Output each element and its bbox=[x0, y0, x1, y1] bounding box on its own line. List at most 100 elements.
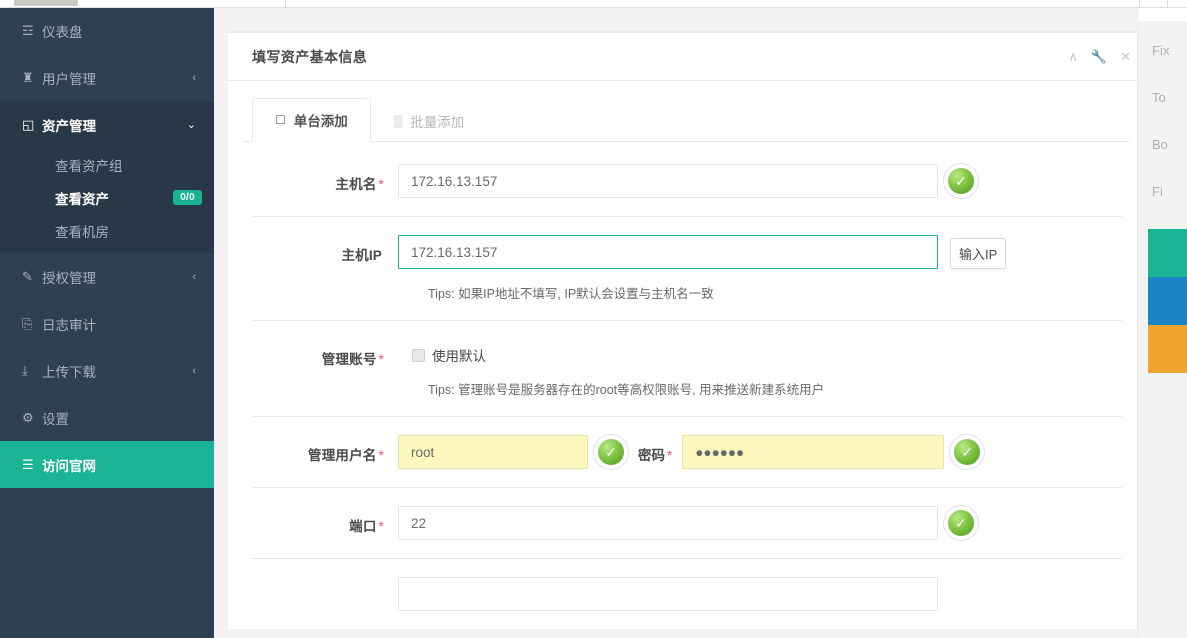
sidebar-item-label: 仪表盘 bbox=[42, 21, 196, 41]
tab-label: 批量添加 bbox=[410, 111, 464, 131]
sidebar-item-view-assets[interactable]: 查看资产 0/0 bbox=[0, 181, 214, 214]
admin-account-tips: Tips: 管理账号是服务器存在的root等高权限账号, 用来推送新建系统用户 bbox=[398, 365, 1122, 398]
host-ip-label-text: 主机IP bbox=[341, 248, 382, 263]
chrome-divider-2 bbox=[1139, 0, 1140, 8]
wrench-icon[interactable]: 🔧 bbox=[1091, 50, 1107, 63]
theme-options-list: Fix To Bo Fi bbox=[1138, 7, 1187, 215]
port-valid-icon: ✓ bbox=[948, 510, 974, 536]
assets-icon: ◱ bbox=[22, 117, 42, 133]
admin-credentials-control: ✓ 密码* ✓ bbox=[398, 435, 1122, 469]
next-field-control bbox=[398, 577, 1122, 611]
sidebar-submenu-asset-management: 查看资产组 查看资产 0/0 查看机房 bbox=[0, 148, 214, 253]
sidebar-item-asset-management[interactable]: ◱ 资产管理 ⌄ bbox=[0, 101, 214, 148]
sidebar-item-authorization[interactable]: ✎ 授权管理 ‹ bbox=[0, 253, 214, 300]
port-input[interactable] bbox=[398, 506, 938, 540]
form-group-next-cutoff bbox=[252, 559, 1122, 629]
required-marker: * bbox=[379, 177, 384, 192]
theme-settings-panel: Fix To Bo Fi bbox=[1137, 7, 1187, 638]
use-default-checkbox[interactable] bbox=[412, 349, 425, 362]
admin-account-control: 使用默认 Tips: 管理账号是服务器存在的root等高权限账号, 用来推送新建… bbox=[398, 339, 1122, 398]
collapse-icon[interactable]: ∧ bbox=[1068, 50, 1078, 63]
sidebar-item-upload-download[interactable]: ⤓ 上传下载 ‹ bbox=[0, 347, 214, 394]
required-marker: * bbox=[667, 448, 672, 463]
theme-option-row[interactable]: Bo bbox=[1138, 121, 1187, 168]
color-swatch-orange[interactable] bbox=[1148, 325, 1187, 373]
browser-tab-ghost[interactable] bbox=[14, 0, 78, 6]
chrome-divider-1 bbox=[285, 0, 286, 8]
tab-single-add[interactable]: ☐ 单台添加 bbox=[252, 98, 371, 142]
browser-chrome-sliver bbox=[0, 0, 1187, 8]
hostname-valid-icon: ✓ bbox=[948, 168, 974, 194]
tab-label: 单台添加 bbox=[294, 110, 348, 130]
admin-account-label: 管理账号* bbox=[252, 339, 398, 368]
panel-body: ☐ 单台添加 ▒ 批量添加 主机名* bbox=[228, 81, 1146, 629]
required-marker: * bbox=[379, 448, 384, 463]
panel-header: 填写资产基本信息 ∧ 🔧 ✕ bbox=[228, 33, 1146, 81]
sidebar-item-label: 用户管理 bbox=[42, 68, 192, 88]
hostname-label: 主机名* bbox=[252, 164, 398, 193]
next-field-input[interactable] bbox=[398, 577, 938, 611]
sidebar-item-label: 访问官网 bbox=[42, 455, 196, 475]
audit-icon: ⎘ bbox=[22, 316, 42, 332]
hostname-control: ✓ bbox=[398, 164, 1122, 198]
sidebar-subitem-label: 查看资产 bbox=[55, 188, 173, 208]
sidebar: ☲ 仪表盘 ♜ 用户管理 ‹ ◱ 资产管理 ⌄ 查看资产组 查看资产 0/0 查… bbox=[0, 7, 214, 638]
sidebar-item-view-datacenter[interactable]: 查看机房 bbox=[0, 214, 214, 247]
form-group-admin-credentials: 管理用户名* ✓ 密码* ✓ bbox=[252, 417, 1122, 488]
bar-chart-icon: ▒ bbox=[394, 114, 403, 128]
sidebar-item-view-asset-group[interactable]: 查看资产组 bbox=[0, 148, 214, 181]
admin-account-label-text: 管理账号 bbox=[322, 352, 377, 367]
dashboard-icon: ☲ bbox=[22, 23, 42, 39]
form-group-admin-account: 管理账号* 使用默认 Tips: 管理账号是服务器存在的root等高权限账号, … bbox=[252, 321, 1122, 417]
sidebar-item-visit-website[interactable]: ☰ 访问官网 bbox=[0, 441, 214, 488]
theme-option-row[interactable]: Fix bbox=[1138, 27, 1187, 74]
form-group-host-ip: 主机IP 输入IP Tips: 如果IP地址不填写, IP默认会设置与主机名一致 bbox=[252, 217, 1122, 321]
admin-username-label: 管理用户名* bbox=[252, 435, 398, 464]
chevron-down-icon: ⌄ bbox=[187, 118, 196, 131]
port-label: 端口* bbox=[252, 506, 398, 535]
port-control: ✓ bbox=[398, 506, 1122, 540]
admin-username-valid-icon: ✓ bbox=[598, 439, 624, 465]
monitor-icon: ☐ bbox=[275, 113, 286, 127]
close-icon[interactable]: ✕ bbox=[1120, 50, 1131, 63]
tab-bar: ☐ 单台添加 ▒ 批量添加 bbox=[243, 97, 1131, 142]
sidebar-item-label: 授权管理 bbox=[42, 267, 192, 287]
upload-download-icon: ⤓ bbox=[22, 363, 42, 379]
input-ip-button[interactable]: 输入IP bbox=[950, 238, 1006, 269]
chevron-left-icon: ‹ bbox=[192, 365, 196, 377]
panel-tools: ∧ 🔧 ✕ bbox=[1068, 50, 1131, 63]
color-swatch-teal[interactable] bbox=[1148, 229, 1187, 277]
tab-bulk-add[interactable]: ▒ 批量添加 bbox=[371, 98, 488, 142]
app-root: ☲ 仪表盘 ♜ 用户管理 ‹ ◱ 资产管理 ⌄ 查看资产组 查看资产 0/0 查… bbox=[0, 0, 1187, 638]
sidebar-item-dashboard[interactable]: ☲ 仪表盘 bbox=[0, 7, 214, 54]
website-icon: ☰ bbox=[22, 457, 42, 473]
password-label-text: 密码 bbox=[638, 448, 665, 463]
hostname-label-text: 主机名 bbox=[335, 177, 376, 192]
required-marker: * bbox=[379, 519, 384, 534]
sidebar-item-settings[interactable]: ⚙ 设置 bbox=[0, 394, 214, 441]
sidebar-item-audit-log[interactable]: ⎘ 日志审计 bbox=[0, 300, 214, 347]
sidebar-item-user-management[interactable]: ♜ 用户管理 ‹ bbox=[0, 54, 214, 101]
sidebar-subitem-label: 查看机房 bbox=[55, 221, 202, 241]
next-field-label bbox=[252, 577, 398, 586]
asset-form: 主机名* ✓ 主机IP bbox=[252, 142, 1122, 629]
host-ip-input[interactable] bbox=[398, 235, 938, 269]
sidebar-item-label: 设置 bbox=[42, 408, 196, 428]
theme-option-row[interactable]: To bbox=[1138, 74, 1187, 121]
asset-basic-info-panel: 填写资产基本信息 ∧ 🔧 ✕ ☐ 单台添加 ▒ 批量添加 bbox=[228, 31, 1146, 629]
theme-option-row[interactable]: Fi bbox=[1138, 168, 1187, 215]
password-valid-icon: ✓ bbox=[954, 439, 980, 465]
form-group-port: 端口* ✓ bbox=[252, 488, 1122, 559]
sidebar-item-label: 上传下载 bbox=[42, 361, 192, 381]
theme-color-swatches bbox=[1138, 229, 1187, 373]
page-title: 填写资产基本信息 bbox=[252, 47, 367, 67]
sidebar-item-label: 日志审计 bbox=[42, 314, 196, 334]
admin-username-input[interactable] bbox=[398, 435, 588, 469]
chrome-divider-3 bbox=[1167, 0, 1168, 8]
main-content: 填写资产基本信息 ∧ 🔧 ✕ ☐ 单台添加 ▒ 批量添加 bbox=[214, 7, 1187, 638]
host-ip-tips: Tips: 如果IP地址不填写, IP默认会设置与主机名一致 bbox=[398, 269, 1122, 302]
port-label-text: 端口 bbox=[349, 519, 376, 534]
hostname-input[interactable] bbox=[398, 164, 938, 198]
color-swatch-blue[interactable] bbox=[1148, 277, 1187, 325]
password-input[interactable] bbox=[682, 435, 944, 469]
